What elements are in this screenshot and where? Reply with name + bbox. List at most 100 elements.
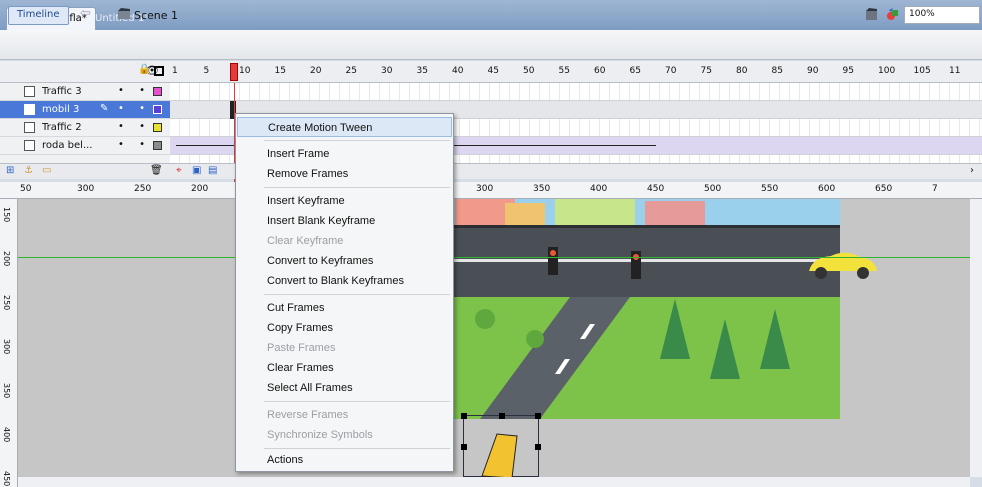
playhead[interactable] [230,63,238,81]
frame-number: 80 [736,66,748,76]
menu-insert-keyframe[interactable]: Insert Keyframe [237,191,452,211]
ruler-label: 550 [761,184,779,194]
menu-insert-blank-keyframe[interactable]: Insert Blank Keyframe [237,211,452,231]
ruler-label: 450 [2,471,11,487]
layer-outline-color[interactable] [153,105,162,114]
layer-traffic-2[interactable]: Traffic 2 • • [0,119,170,137]
ruler-label: 450 [647,184,665,194]
ruler-label: 250 [134,184,152,194]
layer-icon [24,104,35,115]
menu-convert-to-keyframes[interactable]: Convert to Keyframes [237,251,452,271]
timeline-frame-ruler: 👁 🔒 1 5 10 15 20 25 30 35 40 45 50 55 60 65 70 75 80 85 90… [0,61,982,83]
edit-scene-icon[interactable] [886,8,900,21]
frame-number-strip[interactable]: 1 5 10 15 20 25 30 35 40 45 50 55 60 65 70 75 80 85 90 95 10… [170,61,982,83]
layer-icon [24,86,35,97]
frame-number: 95 [842,66,854,76]
frame-number: 70 [665,66,677,76]
ruler-label: 400 [590,184,608,194]
ruler-label: 350 [2,383,11,399]
ruler-label: 300 [2,339,11,355]
frame-number: 100 [878,66,896,76]
zoom-select[interactable]: 100% [904,6,980,24]
timeline-scroll-right-icon[interactable]: › [970,165,974,176]
frame-number: 105 [913,66,931,76]
layer-traffic-3[interactable]: Traffic 3 • • [0,83,170,101]
lock-icon[interactable]: 🔒 [138,64,150,75]
menu-clear-keyframe: Clear Keyframe [267,235,344,247]
new-folder-icon[interactable]: ▭ [42,165,51,176]
pencil-icon: ✎ [100,103,109,114]
layer-outline-color[interactable] [153,87,162,96]
scene-label: Scene 1 [134,9,179,22]
frame-number: 40 [452,66,464,76]
stage-horizontal-ruler: 5030025020015015020025030035040045050055… [0,182,982,199]
menu-copy-frames[interactable]: Copy Frames [237,318,452,338]
layer-outline-color[interactable] [153,141,162,150]
menu-select-all-frames[interactable]: Select All Frames [237,378,452,398]
frame-number: 11 [949,66,961,76]
ruler-label: 50 [20,184,32,194]
frame-number: 90 [807,66,819,76]
edit-symbols-icon[interactable] [865,8,879,21]
layer-name: mobil 3 [42,104,80,115]
ruler-label: 150 [2,207,11,223]
motion-guide-icon[interactable]: ⚓ [24,165,33,176]
frame-number: 35 [416,66,428,76]
ruler-label: 650 [875,184,893,194]
stage-scene-artwork[interactable] [445,199,840,419]
frame-number: 1 [172,66,178,76]
outline-icon[interactable] [154,66,164,76]
timeline-toggle-button[interactable]: Timeline [8,6,69,25]
menu-reverse-frames: Reverse Frames [267,409,349,421]
frame-number: 50 [523,66,535,76]
layer-panel: Traffic 3 • • mobil 3 ✎ • • Traffic 2 • … [0,83,170,175]
new-layer-icon[interactable]: ⊞ [6,165,14,176]
layer-outline-color[interactable] [153,123,162,132]
layer-roda-bel[interactable]: roda bel... • • [0,137,170,155]
layer-name: roda bel... [42,140,93,151]
layer-icon [24,140,35,151]
frame-number: 15 [274,66,286,76]
menu-create-motion-tween[interactable]: Create Motion Tween [237,117,452,137]
menu-synchronize-symbols: Synchronize Symbols [267,429,373,441]
frame-number: 5 [203,66,210,76]
layer-icon [24,122,35,133]
frame-number: 60 [594,66,606,76]
menu-cut-frames[interactable]: Cut Frames [237,298,452,318]
frame-number: 65 [629,66,641,76]
ruler-label: 200 [191,184,209,194]
onion-skin-icon[interactable]: ▣ [192,165,201,176]
onion-outline-icon[interactable]: ▤ [208,165,217,176]
center-frame-icon[interactable]: ⌖ [176,165,182,176]
stage-vertical-ruler: 150 200 250 300 350 400 450 [0,199,18,487]
back-arrow-icon[interactable]: ⇦ [80,6,91,21]
menu-actions[interactable]: Actions [237,450,452,470]
frame-number: 55 [558,66,570,76]
ruler-label: 300 [77,184,95,194]
layer-name: Traffic 3 [42,86,82,97]
menu-remove-frames[interactable]: Remove Frames [237,164,452,184]
frame-number: 20 [310,66,322,76]
frame-number: 45 [487,66,499,76]
menu-insert-frame[interactable]: Insert Frame [237,144,452,164]
menu-clear-frames[interactable]: Clear Frames [237,358,452,378]
stage-vertical-scrollbar[interactable] [970,199,982,477]
menu-convert-to-blank-keyframes[interactable]: Convert to Blank Keyframes [237,271,452,291]
yellow-car[interactable] [805,247,880,283]
frame-number: 30 [381,66,393,76]
ruler-label: 500 [704,184,722,194]
frame-row[interactable] [170,83,982,101]
ruler-label: 350 [533,184,551,194]
stage-horizontal-scrollbar[interactable] [18,477,970,487]
layer-mobil-3[interactable]: mobil 3 ✎ • • [0,101,170,119]
ruler-label: 7 [932,184,938,194]
selected-taxi-symbol[interactable] [461,413,541,478]
frame-number: 85 [771,66,783,76]
ruler-label: 200 [2,251,11,267]
frame-number: 75 [700,66,712,76]
edit-bar [0,30,982,60]
trash-icon[interactable]: 🗑 [150,165,163,176]
motion-path-guide [18,257,978,258]
ruler-label: 250 [2,295,11,311]
layer-name: Traffic 2 [42,122,82,133]
